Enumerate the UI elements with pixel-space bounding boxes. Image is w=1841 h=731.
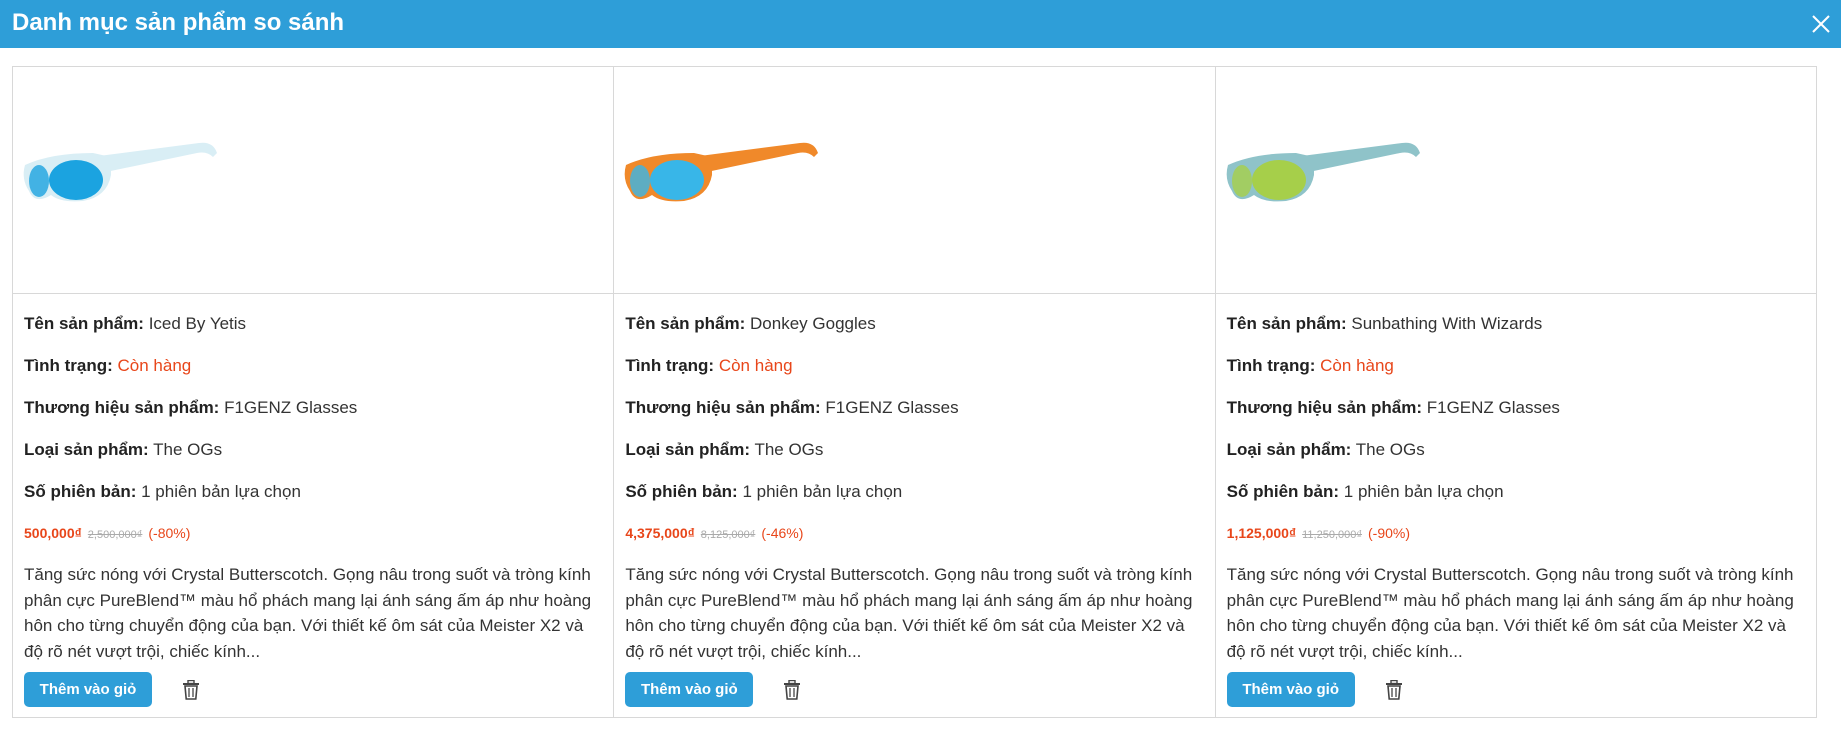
product-description: Tăng sức nóng với Crystal Butterscotch. … xyxy=(24,565,592,661)
product-name: Sunbathing With Wizards xyxy=(1351,314,1543,333)
current-price: 1,125,000₫ xyxy=(1226,525,1297,541)
product-type: The OGs xyxy=(754,440,824,459)
old-price: 8,125,000₫ xyxy=(700,529,756,541)
product-description: Tăng sức nóng với Crystal Butterscotch. … xyxy=(1226,565,1794,661)
modal-title: Danh mục sản phẩm so sánh xyxy=(12,9,345,36)
sunglasses-image xyxy=(624,142,819,202)
product-variants: 1 phiên bản lựa chọn xyxy=(742,482,903,501)
product-variants: 1 phiên bản lựa chọn xyxy=(1343,482,1504,501)
product-type: The OGs xyxy=(153,440,223,459)
stock-status: Còn hàng xyxy=(1320,356,1394,375)
modal-header: Danh mục sản phẩm so sánh xyxy=(0,0,1841,48)
status-label: Tình trạng: xyxy=(1226,356,1316,375)
add-to-cart-button[interactable]: Thêm vào giỏ xyxy=(625,672,754,707)
product-brand: F1GENZ Glasses xyxy=(825,398,959,417)
stock-status: Còn hàng xyxy=(117,356,192,375)
close-icon[interactable] xyxy=(1809,12,1833,36)
discount-percent: (-90%) xyxy=(1368,525,1411,541)
variants-label: Số phiên bản: xyxy=(625,482,738,501)
product-image[interactable] xyxy=(1215,67,1816,294)
product-variants: 1 phiên bản lựa chọn xyxy=(141,482,301,501)
current-price: 4,375,000₫ xyxy=(625,525,695,541)
variants-label: Số phiên bản: xyxy=(24,482,137,501)
name-label: Tên sản phẩm: xyxy=(24,314,144,333)
discount-percent: (-80%) xyxy=(148,525,191,541)
product-brand: F1GENZ Glasses xyxy=(1426,398,1560,417)
product-column: Tên sản phẩm: Donkey Goggles Tình trạng:… xyxy=(613,67,1215,717)
old-price: 2,500,000₫ xyxy=(87,529,143,541)
sunglasses-image xyxy=(23,142,217,202)
add-to-cart-button[interactable]: Thêm vào giỏ xyxy=(1226,672,1355,707)
product-column: Tên sản phẩm: Iced By Yetis Tình trạng: … xyxy=(13,67,614,717)
variants-label: Số phiên bản: xyxy=(1226,482,1340,501)
name-label: Tên sản phẩm: xyxy=(1226,314,1347,333)
compare-table: Tên sản phẩm: Iced By Yetis Tình trạng: … xyxy=(12,66,1817,718)
product-name: Donkey Goggles xyxy=(750,314,876,333)
type-label: Loại sản phẩm: xyxy=(1226,440,1352,459)
trash-icon[interactable] xyxy=(182,679,200,700)
status-label: Tình trạng: xyxy=(24,356,113,375)
trash-icon[interactable] xyxy=(1385,679,1403,700)
brand-label: Thương hiệu sản phẩm: xyxy=(1226,398,1422,417)
type-label: Loại sản phẩm: xyxy=(24,440,149,459)
product-type: The OGs xyxy=(1355,440,1425,459)
name-label: Tên sản phẩm: xyxy=(625,314,746,333)
current-price: 500,000₫ xyxy=(24,525,82,541)
product-image[interactable] xyxy=(614,67,1215,294)
status-label: Tình trạng: xyxy=(625,356,715,375)
product-description: Tăng sức nóng với Crystal Butterscotch. … xyxy=(625,565,1193,661)
trash-icon[interactable] xyxy=(783,679,801,700)
product-column: Tên sản phẩm: Sunbathing With Wizards Tì… xyxy=(1214,67,1816,717)
product-brand: F1GENZ Glasses xyxy=(224,398,358,417)
brand-label: Thương hiệu sản phẩm: xyxy=(625,398,821,417)
discount-percent: (-46%) xyxy=(761,525,804,541)
product-name: Iced By Yetis xyxy=(148,314,247,333)
old-price: 11,250,000₫ xyxy=(1302,529,1363,541)
brand-label: Thương hiệu sản phẩm: xyxy=(24,398,220,417)
sunglasses-image xyxy=(1226,142,1420,202)
type-label: Loại sản phẩm: xyxy=(625,440,751,459)
product-image[interactable] xyxy=(13,67,614,294)
add-to-cart-button[interactable]: Thêm vào giỏ xyxy=(24,672,152,707)
stock-status: Còn hàng xyxy=(718,356,793,375)
